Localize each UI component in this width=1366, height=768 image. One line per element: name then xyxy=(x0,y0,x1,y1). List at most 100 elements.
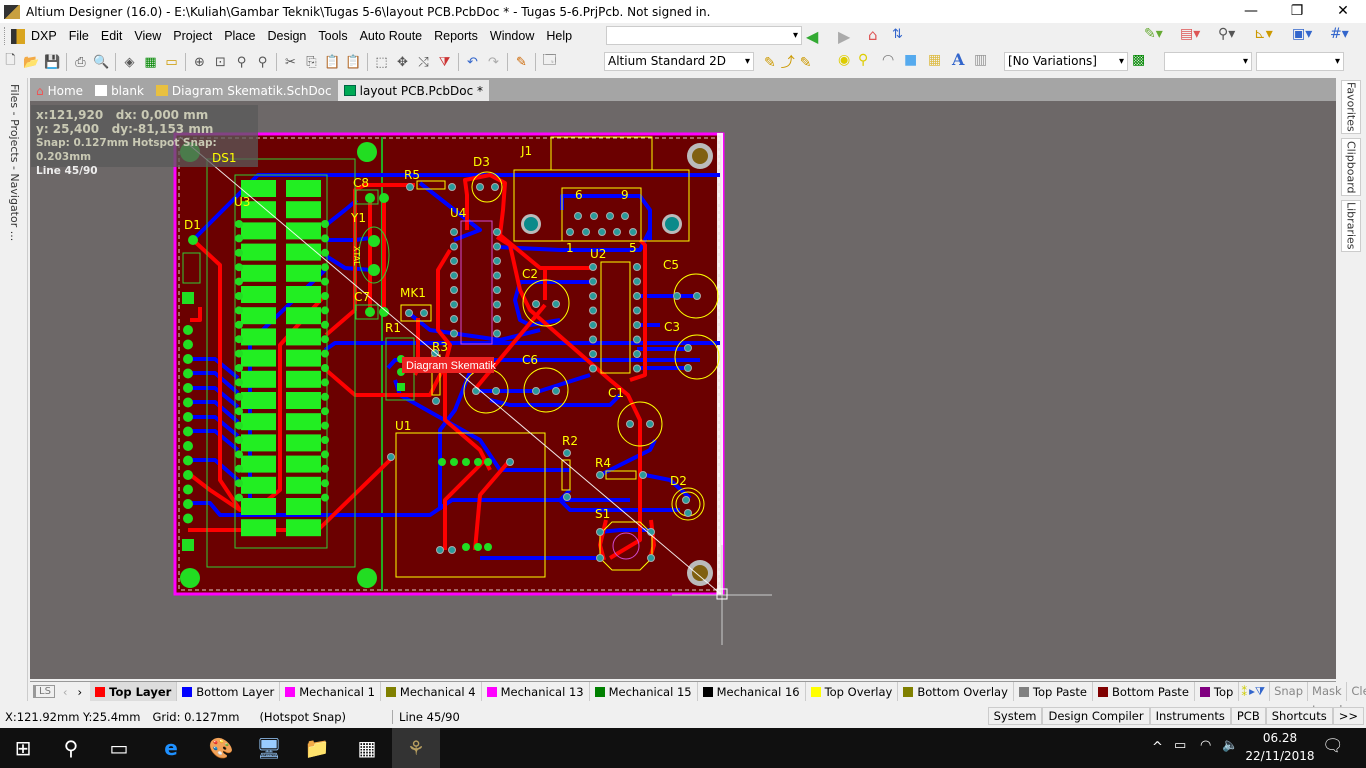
clock-time[interactable]: 06.28 xyxy=(1250,731,1310,745)
select-area-icon[interactable]: ⬚ xyxy=(371,52,392,72)
performance-monitor-icon[interactable]: 🖥 xyxy=(246,728,292,768)
deselect-icon[interactable]: ⤭ xyxy=(413,52,434,72)
task-view-icon[interactable]: ▭ xyxy=(96,728,142,768)
zoom-filter-icon[interactable]: ⚲ xyxy=(252,52,273,72)
filter-select-2[interactable] xyxy=(1256,52,1344,71)
3d-view-icon[interactable]: ◈ xyxy=(119,52,140,72)
cut-icon[interactable]: ✂ xyxy=(280,52,301,72)
copy-icon[interactable]: ⎘ xyxy=(301,52,322,72)
place-pad-icon[interactable]: ⚲ xyxy=(858,52,868,68)
design-compiler-panel-button[interactable]: Design Compiler xyxy=(1042,707,1150,725)
tab-blank[interactable]: blank xyxy=(89,80,150,101)
browse-components-icon[interactable]: 🗔 xyxy=(539,52,560,72)
new-icon[interactable]: 🗋 xyxy=(0,52,21,72)
panel-tab-files-projects-navigator[interactable]: Files - Projects - Navigator ... xyxy=(8,84,21,241)
edge-icon[interactable]: e xyxy=(148,728,194,768)
menu-dxp[interactable]: DXP xyxy=(25,29,63,43)
zoom-fit-icon[interactable]: ⊕ xyxy=(189,52,210,72)
wifi-icon[interactable]: ◠ xyxy=(1200,738,1211,753)
system-panel-button[interactable]: System xyxy=(987,707,1043,725)
layer-tab-mechanical-13[interactable]: Mechanical 13 xyxy=(482,682,590,701)
measure-icon[interactable]: ⊾▾ xyxy=(1254,26,1273,42)
show-hidden-icons[interactable]: ^ xyxy=(1152,740,1163,755)
zoom-area-icon[interactable]: ⊡ xyxy=(210,52,231,72)
volume-icon[interactable]: 🔈 xyxy=(1222,738,1238,753)
place-fill-icon[interactable]: ■ xyxy=(904,52,917,68)
place-via-icon[interactable]: ◉ xyxy=(838,52,850,68)
shortcuts-panel-button[interactable]: Shortcuts xyxy=(1265,707,1333,725)
layer-tab-mechanical-1[interactable]: Mechanical 1 xyxy=(280,682,381,701)
move-icon[interactable]: ✥ xyxy=(392,52,413,72)
place-arc-icon[interactable]: ◠ xyxy=(882,52,894,68)
filter-icon[interactable]: ▸⧩ xyxy=(1249,684,1265,699)
menu-file[interactable]: File xyxy=(63,29,95,43)
windows-start-icon[interactable]: ⊞ xyxy=(0,728,46,768)
menu-auto-route[interactable]: Auto Route xyxy=(354,29,429,43)
scroll-right-icon[interactable]: › xyxy=(78,685,83,699)
place-tools-icons[interactable]: ✎⤴✎ xyxy=(764,52,816,72)
mask-level-button[interactable]: Mask Level xyxy=(1307,682,1346,717)
battery-icon[interactable]: ▭ xyxy=(1174,738,1186,753)
tab-home[interactable]: ⌂ Home xyxy=(30,80,89,101)
variations-select[interactable]: [No Variations] xyxy=(1004,52,1128,71)
menu-place[interactable]: Place xyxy=(218,29,261,43)
layer-tab-mechanical-4[interactable]: Mechanical 4 xyxy=(381,682,482,701)
find-icon[interactable]: ⚲▾ xyxy=(1218,26,1235,42)
place-component-icon[interactable]: ▥ xyxy=(974,52,987,68)
snap-button[interactable]: Snap xyxy=(1269,682,1307,701)
minimize-button[interactable]: — xyxy=(1228,0,1274,23)
refresh-doc-icon[interactable]: ⇅ xyxy=(892,27,903,42)
search-icon[interactable]: ⚲ xyxy=(48,728,94,768)
panel-tab-libraries[interactable]: Libraries xyxy=(1341,200,1361,252)
more-panels-button[interactable]: >> xyxy=(1332,707,1364,725)
pcb-board-view[interactable]: U3 D1 C8 Y1 XTAL C7 MK1 R1 R3 R5 D3 U4 J… xyxy=(30,101,1336,679)
print-icon[interactable]: ⎙ xyxy=(70,52,91,72)
place-string-icon[interactable]: A xyxy=(952,50,964,69)
address-field[interactable] xyxy=(606,26,802,45)
room-icon[interactable]: ▣▾ xyxy=(1292,26,1312,42)
layer-stack-icon[interactable]: ✎▾ xyxy=(1144,26,1163,42)
instruments-panel-button[interactable]: Instruments xyxy=(1149,707,1231,725)
altium-designer-taskbar-icon[interactable]: ⚘ xyxy=(392,728,440,768)
menu-window[interactable]: Window xyxy=(484,29,540,43)
home-icon[interactable]: ⌂ xyxy=(868,26,878,44)
tab-schematic[interactable]: Diagram Skematik.SchDoc xyxy=(150,80,338,101)
variant-manager-icon[interactable]: ▩ xyxy=(1132,52,1145,68)
redo-icon[interactable]: ↷ xyxy=(483,52,504,72)
place-polygon-icon[interactable]: ▦ xyxy=(928,52,941,68)
layer-tab-mechanical-16[interactable]: Mechanical 16 xyxy=(698,682,806,701)
back-icon[interactable]: ◀ xyxy=(806,27,818,46)
file-explorer-icon[interactable]: 📁 xyxy=(294,728,340,768)
restore-button[interactable]: ❐ xyxy=(1274,0,1320,23)
layer-tab-top-overlay[interactable]: Top Overlay xyxy=(806,682,899,701)
clock-date[interactable]: 22/11/2018 xyxy=(1244,749,1316,763)
panel-tab-clipboard[interactable]: Clipboard xyxy=(1341,138,1361,196)
paste-icon[interactable]: 📋 xyxy=(322,52,343,72)
layer-tab-bottom-overlay[interactable]: Bottom Overlay xyxy=(898,682,1014,701)
layer-tab-top-paste[interactable]: Top Paste xyxy=(1014,682,1094,701)
close-button[interactable]: ✕ xyxy=(1320,0,1366,23)
rubber-stamp-icon[interactable]: 📋 xyxy=(343,52,364,72)
layer-tab-mechanical-15[interactable]: Mechanical 15 xyxy=(590,682,698,701)
cross-probe-icon[interactable]: ✎ xyxy=(511,52,532,72)
clear-filter-icon[interactable]: ⧩ xyxy=(434,52,455,72)
undo-icon[interactable]: ↶ xyxy=(462,52,483,72)
menu-tools[interactable]: Tools xyxy=(312,29,353,43)
save-icon[interactable]: 💾 xyxy=(42,52,63,72)
layer-tab-bottom-paste[interactable]: Bottom Paste xyxy=(1093,682,1195,701)
print-preview-icon[interactable]: 🔍 xyxy=(91,52,112,72)
board-icon[interactable]: ▦ xyxy=(140,52,161,72)
forward-icon[interactable]: ▶ xyxy=(838,27,850,46)
scroll-left-icon[interactable]: ‹ xyxy=(63,685,68,699)
clear-button[interactable]: Clear xyxy=(1346,682,1366,701)
layer-set-button[interactable]: LS xyxy=(35,685,55,698)
menu-edit[interactable]: Edit xyxy=(95,29,129,43)
pcb-panel-button[interactable]: PCB xyxy=(1230,707,1266,725)
filter-select-1[interactable] xyxy=(1164,52,1252,71)
paint-icon[interactable]: 🎨 xyxy=(198,728,244,768)
zoom-selected-icon[interactable]: ⚲ xyxy=(231,52,252,72)
menu-help[interactable]: Help xyxy=(540,29,578,43)
calculator-icon[interactable]: ▦ xyxy=(344,728,390,768)
sheet-icon[interactable]: ▭ xyxy=(161,52,182,72)
tab-pcb[interactable]: layout PCB.PcbDoc * xyxy=(337,80,489,101)
